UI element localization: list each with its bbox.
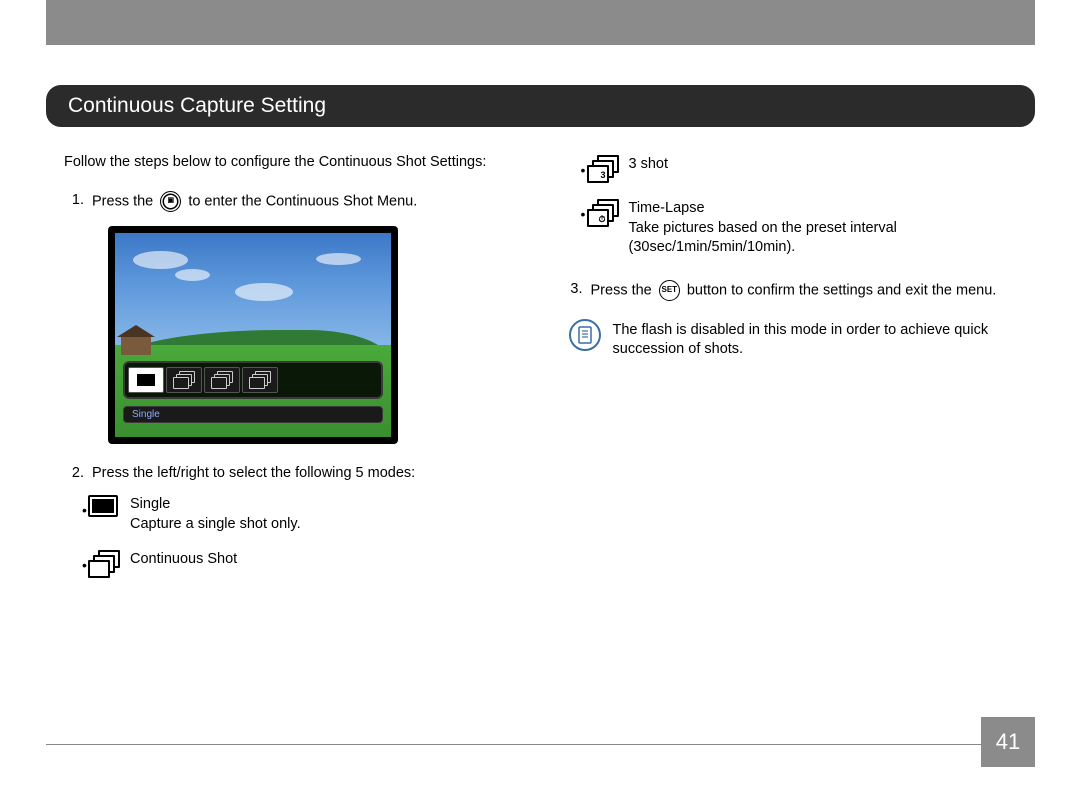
mode-continuous-label: Continuous Shot [130, 550, 519, 570]
step-number: 2. [64, 464, 92, 484]
note-block: The flash is disabled in this mode in or… [563, 319, 1018, 360]
step-number: 1. [64, 191, 92, 212]
set-button-icon: SET [659, 280, 680, 301]
intro-text: Follow the steps below to configure the … [64, 153, 519, 173]
mode-item-continuous: • Continuous Shot [82, 548, 519, 578]
section-title: Continuous Capture Setting [46, 85, 1035, 127]
continuous-icon [88, 548, 130, 578]
mode-option-3shot [204, 367, 240, 393]
mode-bar [123, 361, 383, 399]
note-icon [569, 319, 601, 351]
step3-text-post: button to confirm the settings and exit … [687, 282, 997, 298]
mode-item-single: • Single Capture a single shot only. [82, 493, 519, 534]
mode-item-3shot: • 3 3 shot [581, 153, 1018, 183]
step2-text: Press the left/right to select the follo… [92, 464, 519, 484]
three-shot-icon: 3 [587, 153, 629, 183]
mode-3shot-label: 3 shot [629, 155, 1018, 175]
mode-single-label: Single [130, 495, 519, 515]
step1-text-pre: Press the [92, 193, 153, 209]
footer-divider [46, 744, 1035, 745]
step-number: 3. [563, 280, 591, 301]
step-2: 2. Press the left/right to select the fo… [64, 464, 519, 484]
step1-text-post: to enter the Continuous Shot Menu. [188, 193, 417, 209]
mode-option-continuous [166, 367, 202, 393]
mode-label: Single [123, 406, 383, 423]
mode-timelapse-label: Time-Lapse [629, 199, 1018, 219]
right-column: • 3 3 shot • ⏱ Time-Lapse Take pictures … [563, 153, 1018, 592]
step-3: 3. Press the SET button to confirm the s… [563, 280, 1018, 301]
mode-option-timelapse [242, 367, 278, 393]
mode-single-desc: Capture a single shot only. [130, 515, 519, 535]
mode-timelapse-desc: Take pictures based on the preset interv… [629, 219, 1018, 258]
page-number: 41 [981, 717, 1035, 767]
step-1: 1. Press the ▣ to enter the Continuous S… [64, 191, 519, 212]
left-column: Follow the steps below to configure the … [64, 153, 519, 592]
note-text: The flash is disabled in this mode in or… [613, 319, 1018, 360]
timelapse-icon: ⏱ [587, 197, 629, 227]
continuous-button-icon: ▣ [160, 191, 181, 212]
step3-text-pre: Press the [591, 282, 652, 298]
mode-item-timelapse: • ⏱ Time-Lapse Take pictures based on th… [581, 197, 1018, 258]
header-bar [46, 0, 1035, 45]
mode-option-single [128, 367, 164, 393]
single-icon [88, 493, 130, 517]
camera-lcd-preview: Single [108, 226, 398, 444]
